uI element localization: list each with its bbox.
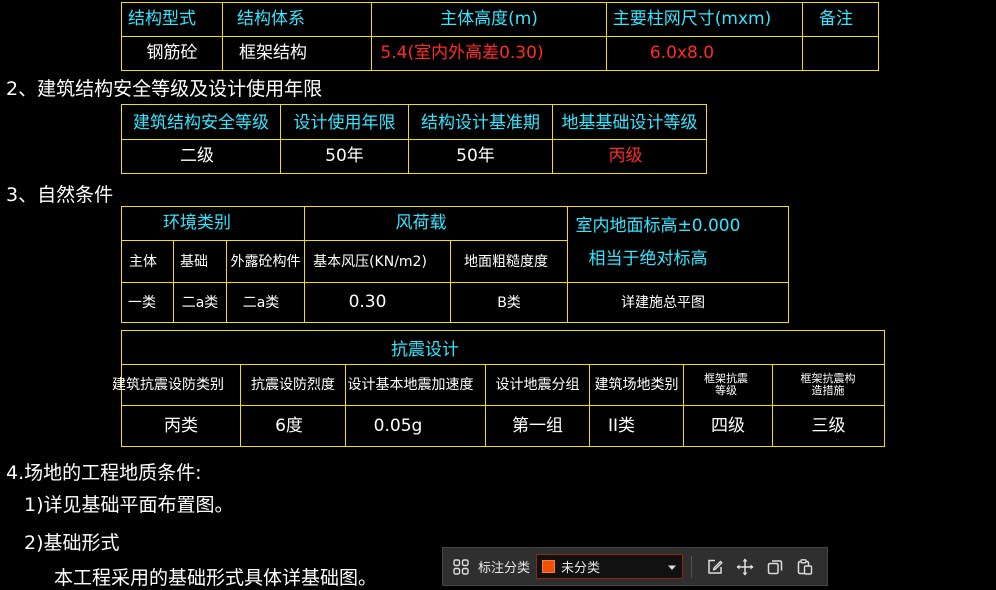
seismic-title: 抗震设计 [391, 339, 459, 360]
header-column-grid: 主要柱网尺寸(mxm) [612, 9, 772, 29]
header-wind-load: 风荷载 [395, 213, 447, 233]
category-select[interactable]: 未分类 [536, 554, 684, 579]
cell-main-env: 一类 [128, 294, 156, 311]
cell-reference-period: 50年 [456, 146, 495, 166]
section-4-item-2: 2)基础形式 [24, 532, 120, 554]
header-foundation-grade: 地基基础设计等级 [561, 112, 698, 133]
header-seismic-category: 建筑抗震设防类别 [112, 377, 224, 393]
header-site-category: 建筑场地类别 [594, 377, 679, 393]
cell-acceleration: 0.05g [373, 415, 423, 436]
header-acceleration: 设计基本地震加速度 [347, 377, 474, 393]
header-reference-period: 结构设计基准期 [421, 112, 540, 133]
cell-safety-grade: 二级 [180, 146, 214, 166]
chevron-down-icon [667, 557, 677, 576]
cell-seismic-group: 第一组 [512, 415, 563, 436]
cell-main-height: 5.4(室内外高差0.30) [380, 43, 544, 63]
move-icon[interactable] [730, 552, 760, 582]
select-group-icon[interactable] [446, 552, 476, 582]
header-design-life: 设计使用年限 [293, 112, 396, 133]
subheader-exposed: 外露砼构件 [230, 253, 301, 270]
subheader-foundation: 基础 [180, 253, 208, 270]
cell-design-life: 50年 [325, 146, 364, 166]
cell-column-grid: 6.0x8.0 [649, 43, 715, 63]
header-main-height: 主体高度(m) [440, 9, 538, 29]
cell-seismic-intensity: 6度 [275, 415, 303, 436]
cell-remark [803, 37, 878, 70]
header-structure-system: 结构体系 [237, 9, 305, 29]
cell-foundation-env: 二a类 [181, 294, 219, 311]
header-seismic-intensity: 抗震设防烈度 [251, 377, 335, 393]
header-frame-grade: 框架抗震等级 [704, 372, 748, 397]
cell-site-category: II类 [607, 415, 636, 436]
cell-seismic-category: 丙类 [164, 415, 198, 436]
subheader-roughness: 地面粗糙度度 [464, 253, 548, 270]
header-elevation-line2: 相当于绝对标高 [588, 248, 708, 269]
cell-elevation-ref: 详建施总平图 [621, 294, 705, 311]
header-elevation-line1: 室内地面标高±0.000 [575, 215, 741, 236]
cell-foundation-grade: 丙级 [608, 146, 643, 166]
copy-icon[interactable] [760, 552, 790, 582]
header-env-category: 环境类别 [163, 213, 231, 233]
cell-roughness: B类 [497, 294, 521, 311]
cell-structure-system: 框架结构 [239, 43, 307, 63]
header-safety-grade: 建筑结构安全等级 [133, 112, 269, 133]
cell-wind-pressure: 0.30 [348, 292, 387, 312]
cell-frame-grade: 四级 [711, 415, 745, 436]
category-color-swatch [542, 560, 556, 573]
subheader-main: 主体 [129, 253, 157, 270]
section-2-title: 2、建筑结构安全等级及设计使用年限 [6, 78, 323, 100]
header-remark: 备注 [819, 9, 853, 29]
header-structure-type: 结构型式 [128, 9, 196, 29]
header-seismic-group: 设计地震分组 [495, 377, 580, 393]
section-4-title: 4.场地的工程地质条件: [6, 462, 202, 484]
section-3-title: 3、自然条件 [6, 184, 114, 206]
edit-icon[interactable] [700, 552, 730, 582]
toolbar-divider [691, 555, 693, 578]
paste-icon[interactable] [790, 552, 820, 582]
annotation-toolbar: 标注分类 未分类 [442, 547, 828, 586]
cell-exposed-env: 二a类 [242, 294, 280, 311]
header-frame-measures: 框架抗震构造措施 [800, 372, 856, 397]
section-4-item-1: 1)详见基础平面布置图。 [24, 494, 234, 516]
subheader-wind-pressure: 基本风压(KN/m2) [313, 253, 427, 270]
cell-structure-type: 钢筋砼 [146, 43, 198, 63]
category-select-value: 未分类 [561, 561, 601, 576]
category-label: 标注分类 [478, 561, 531, 576]
cell-frame-measures: 三级 [811, 415, 846, 436]
